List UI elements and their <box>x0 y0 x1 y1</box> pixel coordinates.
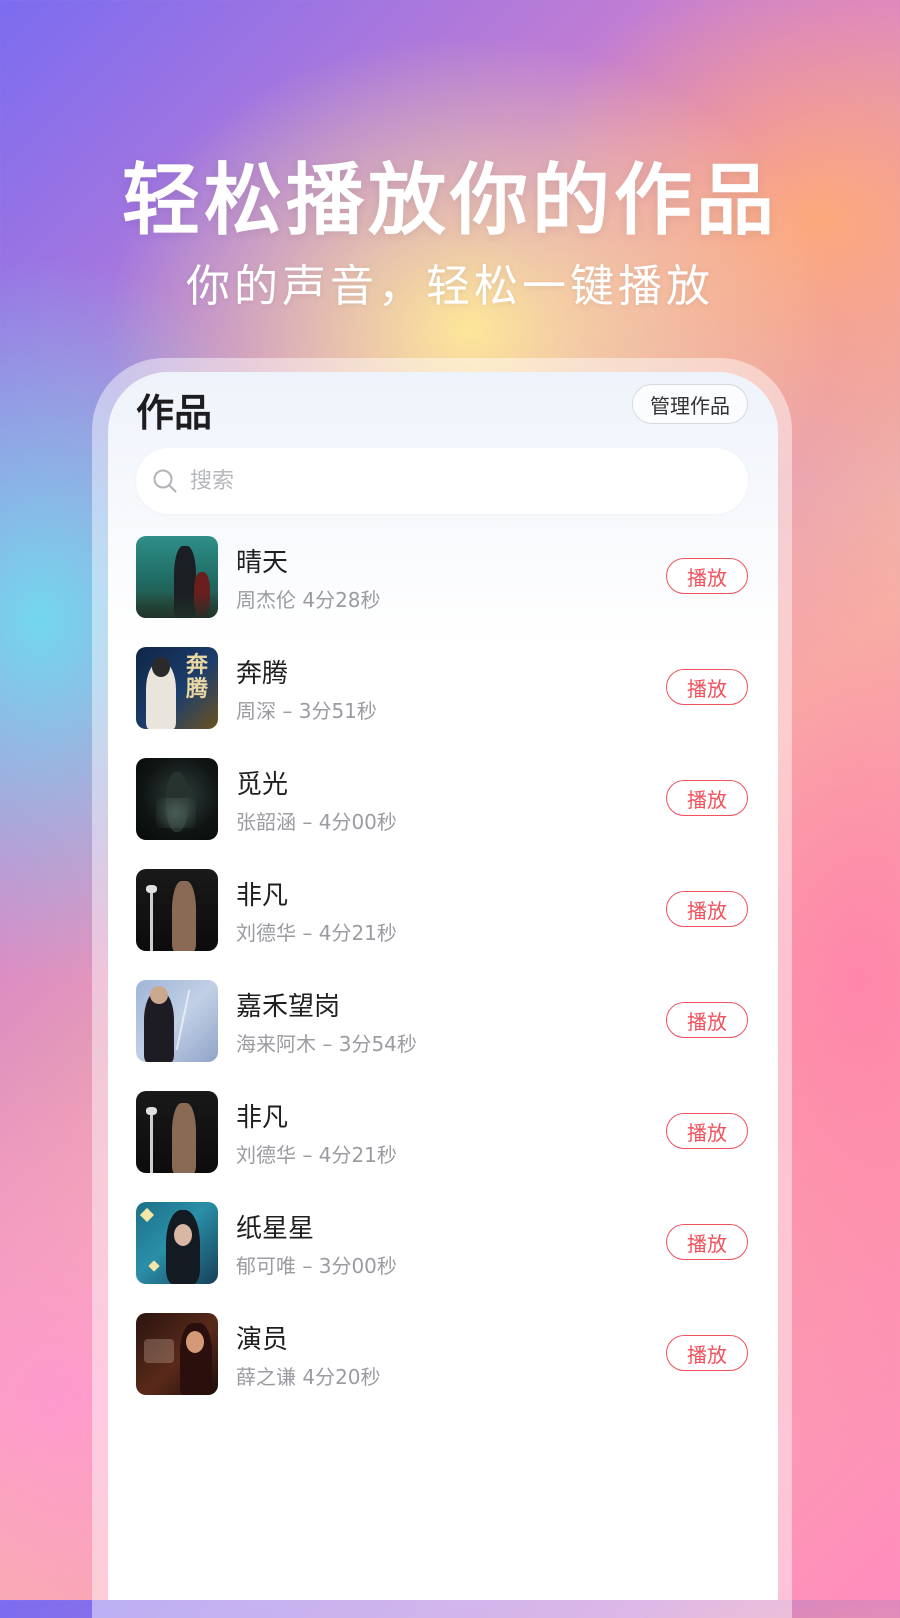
album-cover <box>136 758 218 840</box>
play-button[interactable]: 播放 <box>666 1335 748 1371</box>
song-meta: 海来阿木 – 3分54秒 <box>236 1032 417 1056</box>
play-button[interactable]: 播放 <box>666 669 748 705</box>
song-meta: 周深 – 3分51秒 <box>236 699 377 723</box>
song-row[interactable]: 非凡 刘德华 – 4分21秒 播放 <box>136 1091 748 1202</box>
play-button[interactable]: 播放 <box>666 1002 748 1038</box>
song-meta: 刘德华 – 4分21秒 <box>236 921 397 945</box>
hero-title: 轻松播放你的作品 <box>121 156 778 246</box>
search-bar[interactable] <box>136 448 748 514</box>
song-row[interactable]: 演员 薛之谦 4分20秒 播放 <box>136 1313 748 1424</box>
song-title: 非凡 <box>236 1103 289 1133</box>
song-row[interactable]: 嘉禾望岗 海来阿木 – 3分54秒 播放 <box>136 980 748 1091</box>
song-row[interactable]: 觅光 张韶涵 – 4分00秒 播放 <box>136 758 748 869</box>
song-meta: 刘德华 – 4分21秒 <box>236 1143 397 1167</box>
song-title: 演员 <box>236 1325 289 1355</box>
search-input[interactable] <box>188 467 712 495</box>
album-cover <box>136 1091 218 1173</box>
album-cover <box>136 1313 218 1395</box>
song-title: 非凡 <box>236 881 289 911</box>
song-title: 奔腾 <box>236 659 289 689</box>
song-list: 晴天 周杰伦 4分28秒 播放 奔腾 奔腾 周深 – 3分51秒 播放 觅光 张… <box>136 536 748 1424</box>
song-meta: 周杰伦 4分28秒 <box>236 588 381 612</box>
play-button[interactable]: 播放 <box>666 780 748 816</box>
song-row[interactable]: 非凡 刘德华 – 4分21秒 播放 <box>136 869 748 980</box>
song-meta: 薛之谦 4分20秒 <box>236 1365 381 1389</box>
album-cover: 奔腾 <box>136 647 218 729</box>
play-button[interactable]: 播放 <box>666 1224 748 1260</box>
song-meta: 张韶涵 – 4分00秒 <box>236 810 397 834</box>
song-row[interactable]: 晴天 周杰伦 4分28秒 播放 <box>136 536 748 647</box>
song-row[interactable]: 纸星星 郁可唯 – 3分00秒 播放 <box>136 1202 748 1313</box>
song-title: 晴天 <box>236 548 289 578</box>
song-title: 嘉禾望岗 <box>236 992 341 1022</box>
hero-subtitle: 你的声音，轻松一键播放 <box>186 261 714 312</box>
play-button[interactable]: 播放 <box>666 1113 748 1149</box>
manage-works-button[interactable]: 管理作品 <box>632 384 748 424</box>
album-cover <box>136 980 218 1062</box>
song-title: 觅光 <box>236 770 289 800</box>
search-icon <box>152 468 178 494</box>
album-cover <box>136 869 218 951</box>
album-cover <box>136 1202 218 1284</box>
play-button[interactable]: 播放 <box>666 558 748 594</box>
song-row[interactable]: 奔腾 奔腾 周深 – 3分51秒 播放 <box>136 647 748 758</box>
song-title: 纸星星 <box>236 1214 315 1244</box>
page-title: 作品 <box>136 391 213 435</box>
phone-screen: 作品 管理作品 晴天 周杰伦 4分28秒 播放 <box>108 372 778 1600</box>
play-button[interactable]: 播放 <box>666 891 748 927</box>
album-cover <box>136 536 218 618</box>
song-meta: 郁可唯 – 3分00秒 <box>236 1254 397 1278</box>
